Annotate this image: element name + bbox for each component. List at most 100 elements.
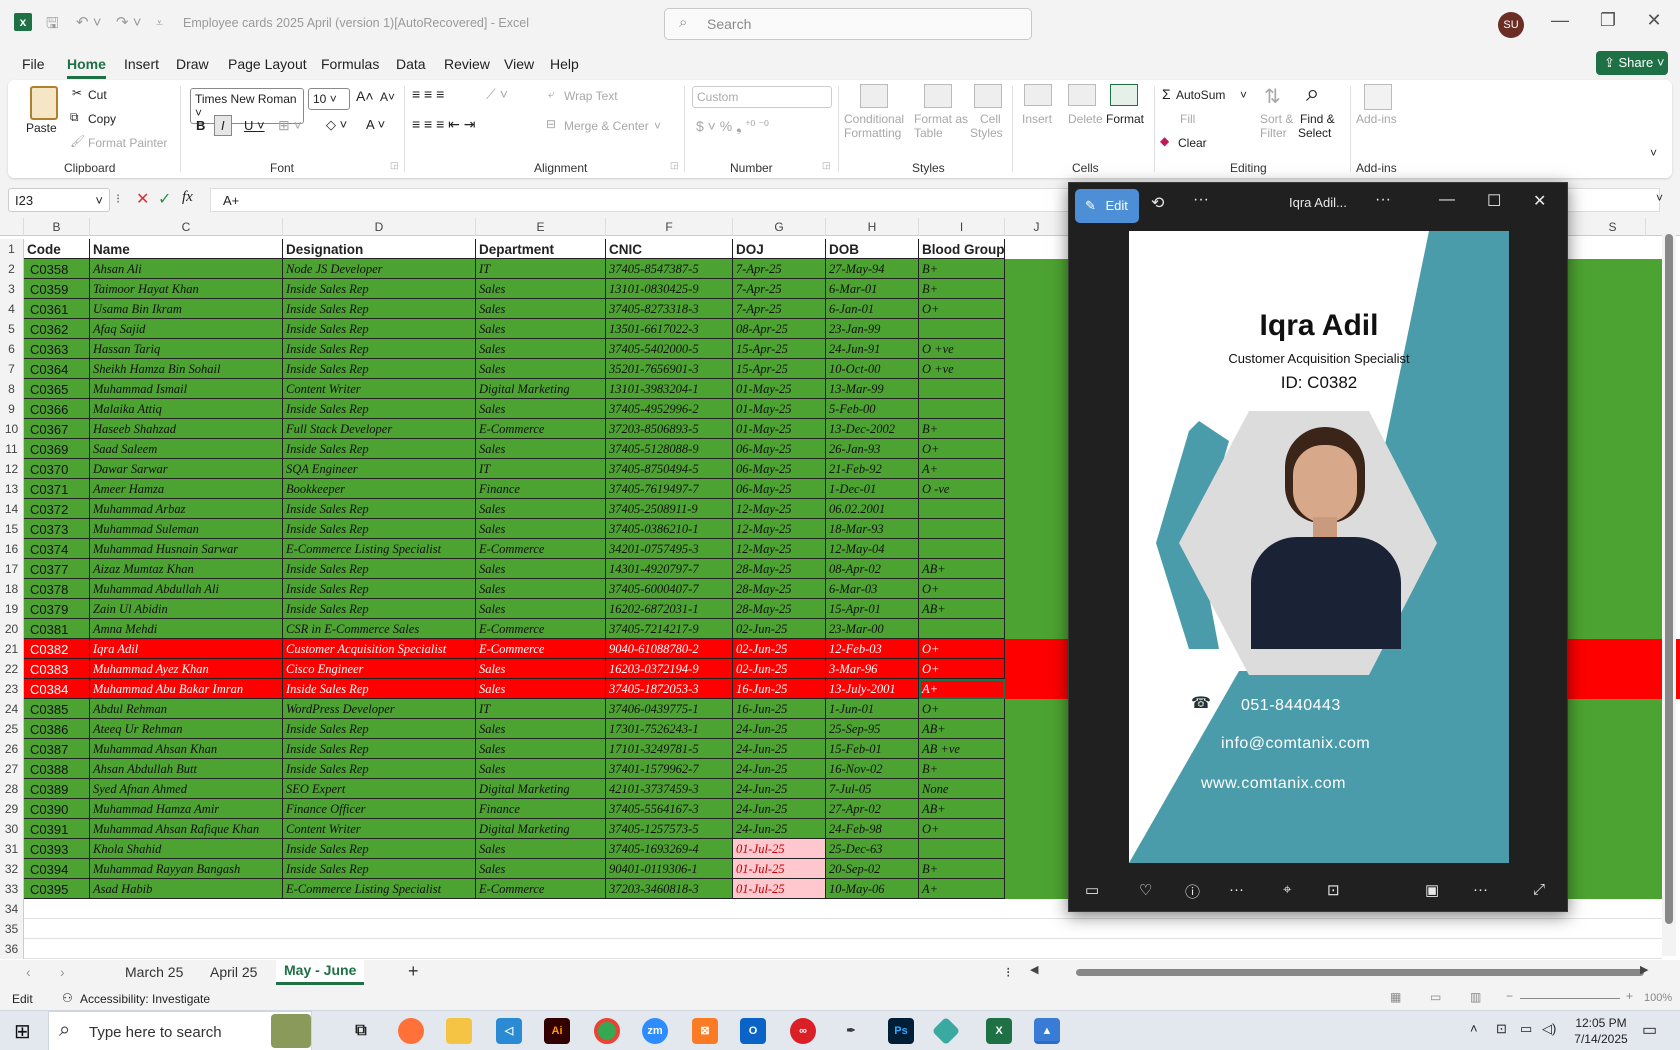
header-cnic[interactable]: CNIC xyxy=(606,239,733,259)
firefox-icon[interactable] xyxy=(398,1018,424,1044)
cell-department[interactable]: Sales xyxy=(476,599,606,619)
cell-department[interactable]: Sales xyxy=(476,579,606,599)
cell-cnic[interactable]: 37203-8506893-5 xyxy=(606,419,733,439)
cell-name[interactable]: Amna Mehdi xyxy=(90,619,283,639)
merge-chevron-icon[interactable]: ˅ xyxy=(654,119,661,133)
cell-code[interactable]: C0370 xyxy=(24,459,90,479)
cell-dob[interactable]: 23-Jan-99 xyxy=(826,319,919,339)
cell-cnic[interactable]: 35201-7656901-3 xyxy=(606,359,733,379)
row-header[interactable]: 8 xyxy=(0,379,24,399)
cell-cnic[interactable]: 37405-1693269-4 xyxy=(606,839,733,859)
cell-name[interactable]: Iqra Adil xyxy=(90,639,283,659)
normal-view-icon[interactable]: ▦ xyxy=(1390,990,1401,1004)
font-color-icon[interactable]: A ˅ xyxy=(366,117,385,132)
cell-cnic[interactable]: 37405-5564167-3 xyxy=(606,799,733,819)
row-header[interactable]: 21 xyxy=(0,639,24,659)
cell-cnic[interactable]: 37406-0439775-1 xyxy=(606,699,733,719)
insert-cells-button[interactable]: Insert xyxy=(1022,112,1052,126)
next-sheet-icon[interactable]: › xyxy=(60,964,65,980)
cell-code[interactable]: C0374 xyxy=(24,539,90,559)
cell-name[interactable]: Aizaz Mumtaz Khan xyxy=(90,559,283,579)
cell-cnic[interactable]: 37405-8547387-5 xyxy=(606,259,733,279)
cell-doj[interactable]: 24-Jun-25 xyxy=(733,819,826,839)
cell-dob[interactable]: 15-Apr-01 xyxy=(826,599,919,619)
cell-code[interactable]: C0383 xyxy=(24,659,90,679)
cell-cnic[interactable]: 37405-7619497-7 xyxy=(606,479,733,499)
shrink-font-icon[interactable]: A˅ xyxy=(380,90,395,104)
cell-dob[interactable]: 1-Dec-01 xyxy=(826,479,919,499)
cell-blood-group[interactable]: B+ xyxy=(919,759,1005,779)
more-options-icon[interactable]: ··· xyxy=(1229,881,1244,898)
cell-department[interactable]: Sales xyxy=(476,679,606,699)
name-box[interactable]: I23 ˅ xyxy=(8,188,110,212)
edit-image-button[interactable]: ✎ Edit xyxy=(1075,189,1139,223)
cell-designation[interactable]: E-Commerce Listing Specialist xyxy=(283,539,476,559)
row-header[interactable]: 17 xyxy=(0,559,24,579)
cell-doj[interactable]: 24-Jun-25 xyxy=(733,759,826,779)
number-format-select[interactable]: Custom xyxy=(692,86,832,108)
header-doj[interactable]: DOJ xyxy=(733,239,826,259)
cell-blood-group[interactable] xyxy=(919,519,1005,539)
cell-blood-group[interactable]: AB+ xyxy=(919,599,1005,619)
cell-doj[interactable]: 01-May-25 xyxy=(733,399,826,419)
bold-button[interactable]: B xyxy=(196,118,205,133)
battery-icon[interactable]: ▭ xyxy=(1520,1021,1532,1037)
volume-icon[interactable]: ◁) xyxy=(1542,1021,1556,1037)
cell-dob[interactable]: 10-May-06 xyxy=(826,879,919,899)
cell-name[interactable]: Malaika Attiq xyxy=(90,399,283,419)
cell-dob[interactable]: 15-Feb-01 xyxy=(826,739,919,759)
tab-help[interactable]: Help xyxy=(550,56,579,72)
cell-code[interactable]: C0386 xyxy=(24,719,90,739)
system-clock[interactable]: 12:05 PM 7/14/2025 xyxy=(1570,1015,1632,1047)
delete-cells-button[interactable]: Delete xyxy=(1068,112,1103,126)
cell-department[interactable]: Sales xyxy=(476,519,606,539)
cell-designation[interactable]: Node JS Developer xyxy=(283,259,476,279)
row-header[interactable]: 10 xyxy=(0,419,24,439)
cell-cnic[interactable]: 90401-0119306-1 xyxy=(606,859,733,879)
cell-department[interactable]: E-Commerce xyxy=(476,879,606,899)
header-dob[interactable]: DOB xyxy=(826,239,919,259)
cell-name[interactable]: Taimoor Hayat Khan xyxy=(90,279,283,299)
cell-code[interactable]: C0388 xyxy=(24,759,90,779)
cell-code[interactable]: C0390 xyxy=(24,799,90,819)
undo-icon[interactable]: ↶ ˅ xyxy=(76,13,102,31)
cell-doj[interactable]: 02-Jun-25 xyxy=(733,659,826,679)
cell-department[interactable]: E-Commerce xyxy=(476,639,606,659)
cell-name[interactable]: Muhammad Abdullah Ali xyxy=(90,579,283,599)
cell-blood-group[interactable]: B+ xyxy=(919,279,1005,299)
cell-designation[interactable]: Inside Sales Rep xyxy=(283,519,476,539)
add-sheet-icon[interactable]: + xyxy=(408,961,419,982)
conditional-formatting-button[interactable]: Conditional xyxy=(844,112,904,126)
cell-name[interactable]: Sheikh Hamza Bin Sohail xyxy=(90,359,283,379)
cell-doj[interactable]: 24-Jun-25 xyxy=(733,739,826,759)
cell-department[interactable]: Sales xyxy=(476,499,606,519)
cell-blood-group[interactable]: AB+ xyxy=(919,719,1005,739)
cell-name[interactable]: Saad Saleem xyxy=(90,439,283,459)
cell-blood-group[interactable]: O+ xyxy=(919,659,1005,679)
app-icon[interactable] xyxy=(931,1016,961,1046)
cell-blood-group[interactable] xyxy=(919,619,1005,639)
more-options-icon[interactable]: ··· xyxy=(1473,881,1488,898)
cell-dob[interactable]: 26-Jan-93 xyxy=(826,439,919,459)
row-header[interactable]: 19 xyxy=(0,599,24,619)
cell-blood-group[interactable]: O+ xyxy=(919,639,1005,659)
row-header[interactable]: 15 xyxy=(0,519,24,539)
cell-cnic[interactable]: 37405-1257573-5 xyxy=(606,819,733,839)
cell-cnic[interactable]: 9040-61088780-2 xyxy=(606,639,733,659)
cell-designation[interactable]: E-Commerce Listing Specialist xyxy=(283,879,476,899)
cell-blood-group[interactable] xyxy=(919,379,1005,399)
search-input[interactable]: ⌕ Search xyxy=(664,8,1032,40)
cell-doj[interactable]: 01-Jul-25 xyxy=(733,879,826,899)
clear-button[interactable]: Clear xyxy=(1178,136,1207,150)
cell-doj[interactable]: 08-Apr-25 xyxy=(733,319,826,339)
underline-button[interactable]: U ˅ xyxy=(244,118,265,133)
cell-doj[interactable]: 06-May-25 xyxy=(733,459,826,479)
cell-blood-group[interactable] xyxy=(919,499,1005,519)
tab-home[interactable]: Home xyxy=(67,56,106,79)
vscode-icon[interactable]: ◁ xyxy=(496,1018,522,1044)
cell-department[interactable]: Sales xyxy=(476,739,606,759)
cell-name[interactable]: Muhammad Husnain Sarwar xyxy=(90,539,283,559)
horizontal-scrollbar[interactable]: ◀ ▶ xyxy=(1030,964,1650,978)
cell-department[interactable]: Sales xyxy=(476,759,606,779)
cell-department[interactable]: Finance xyxy=(476,799,606,819)
